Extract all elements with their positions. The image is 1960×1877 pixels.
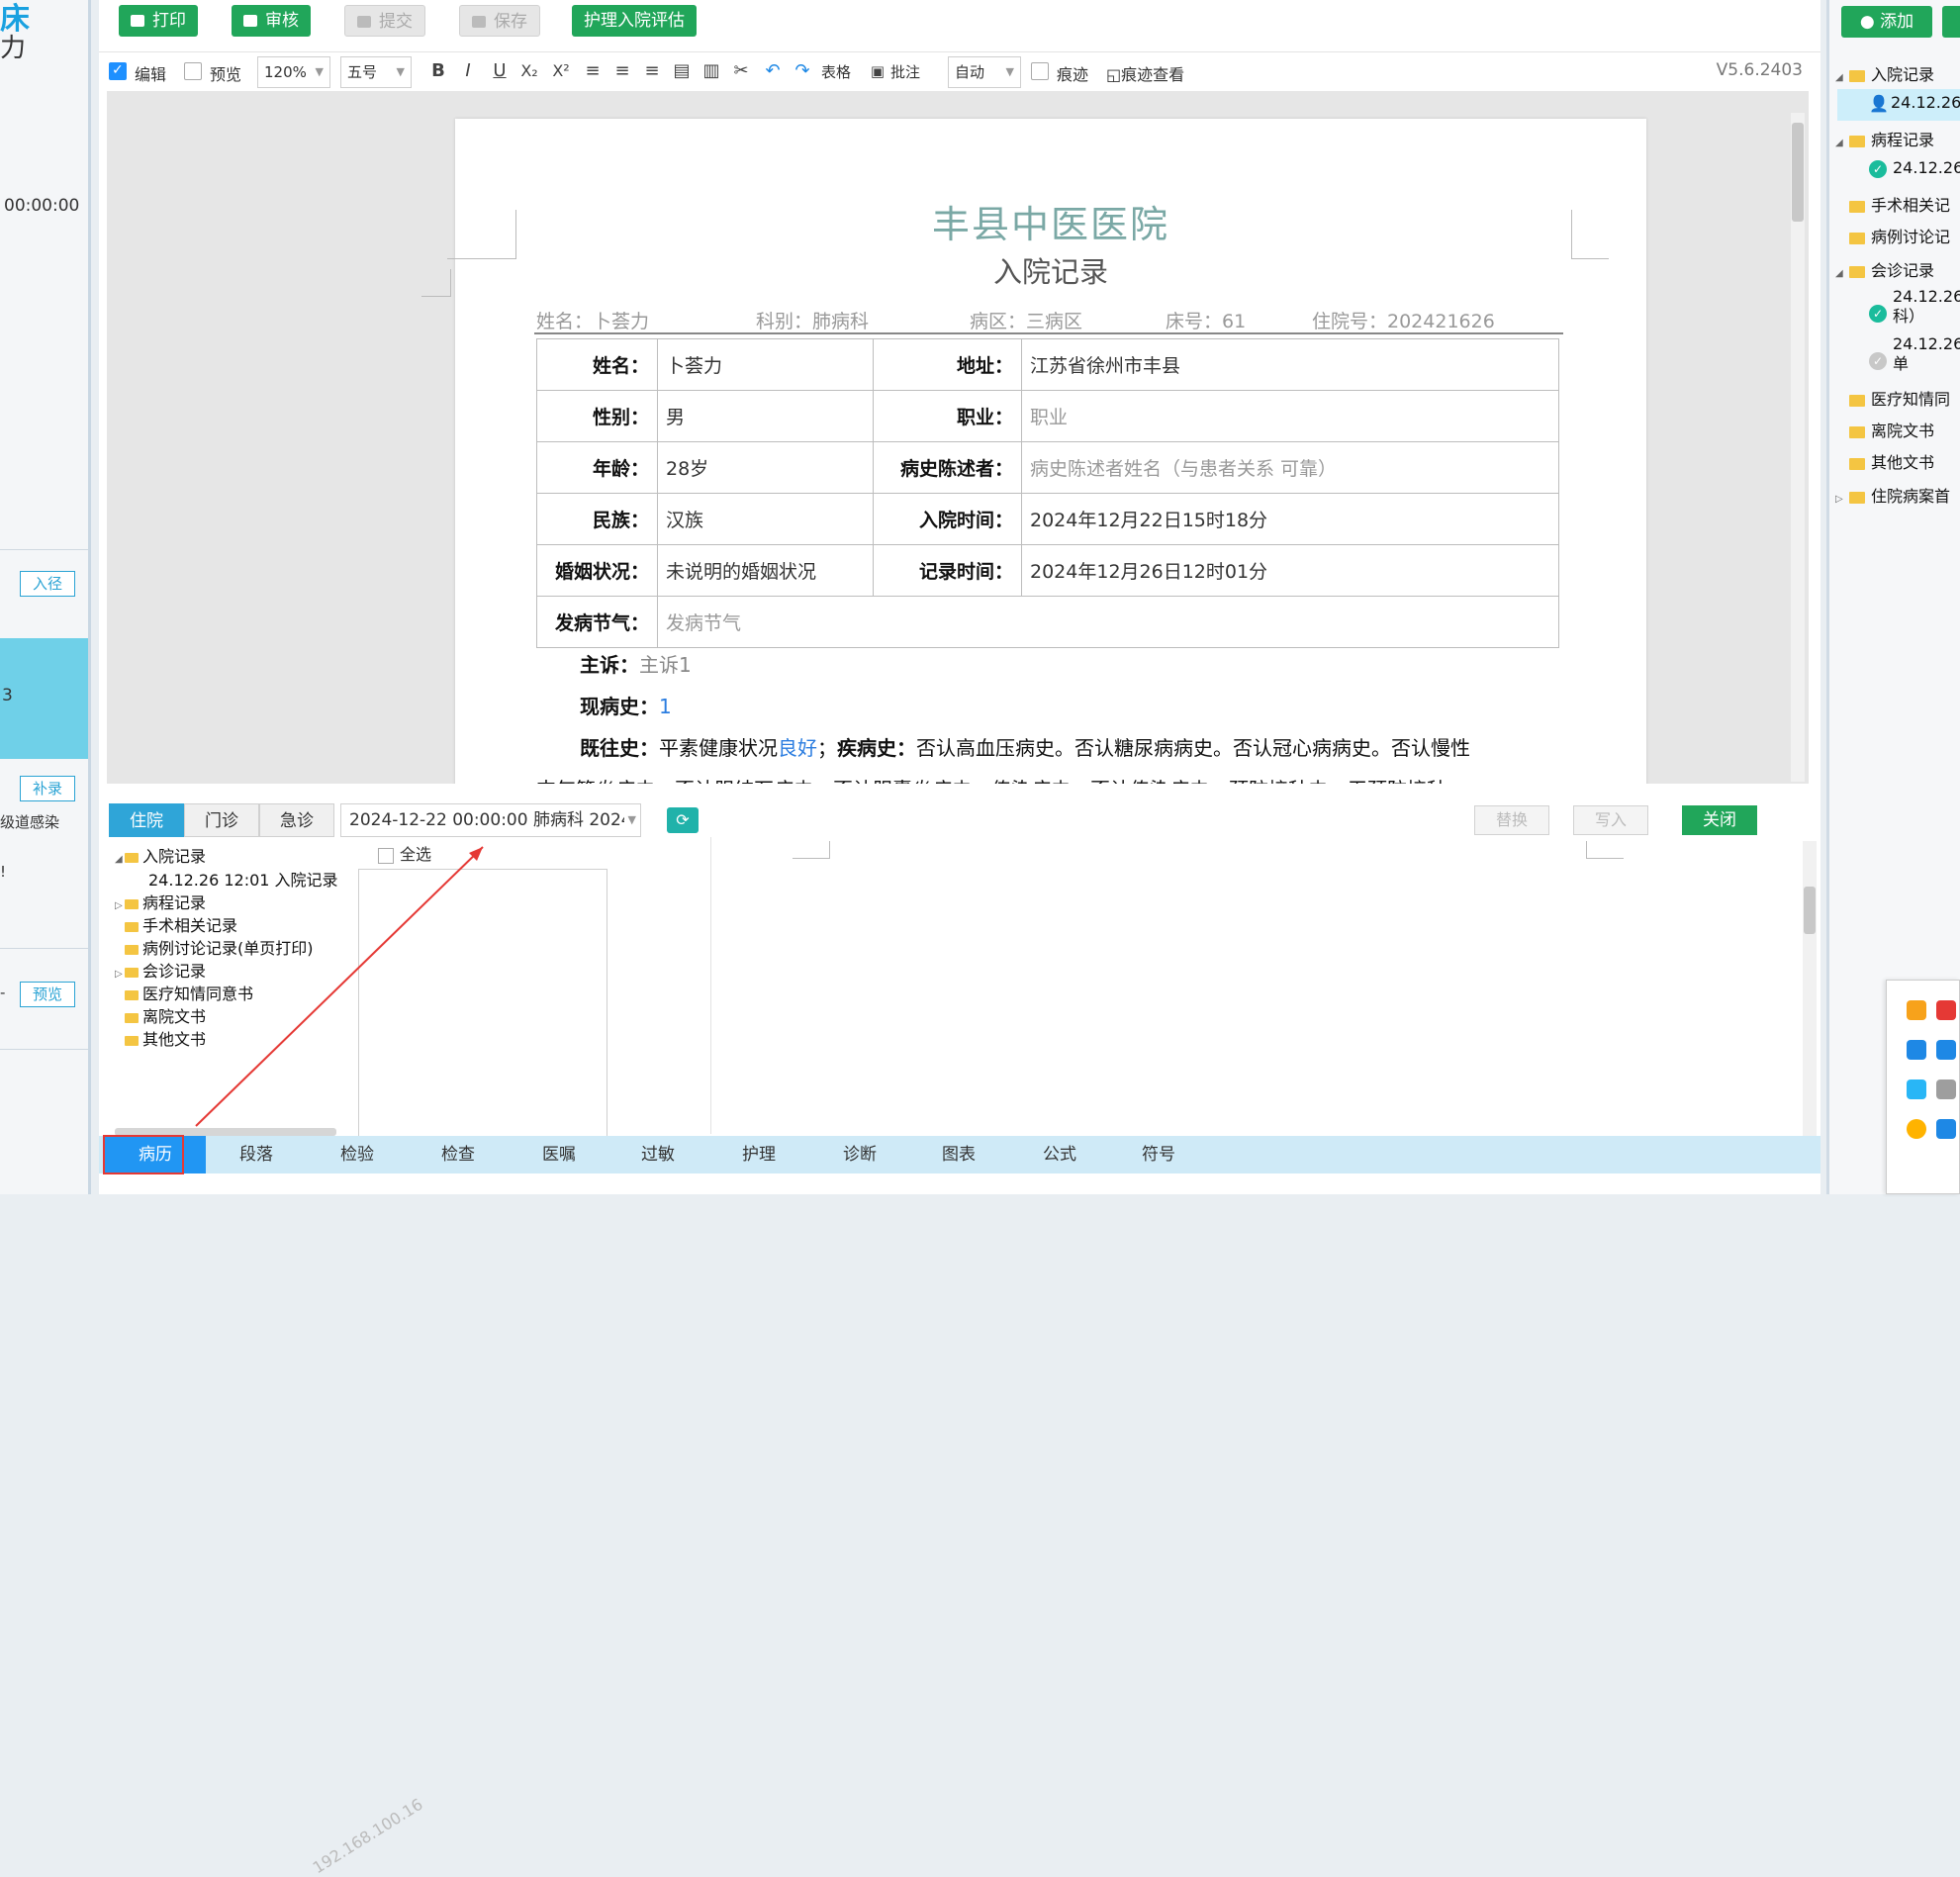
folder-icon bbox=[1849, 394, 1865, 407]
sidebar-item-label: 24.12.26 bbox=[1893, 287, 1960, 306]
app-icon[interactable] bbox=[1936, 1040, 1956, 1060]
left-misc-text: ! bbox=[0, 863, 7, 881]
sidebar-item[interactable]: ▷ 住院病案首 bbox=[1835, 483, 1950, 507]
sidebar-item[interactable]: 病例讨论记 bbox=[1849, 224, 1950, 247]
left-name-char: 力 bbox=[0, 34, 27, 63]
left-infect-text: 级道感染 bbox=[0, 813, 60, 831]
tab-chart[interactable]: 图表 bbox=[908, 1136, 1009, 1173]
extra-button[interactable] bbox=[1942, 6, 1960, 38]
sidebar-item[interactable]: ✓ 24.12.26 bbox=[1869, 158, 1960, 178]
bulu-button[interactable]: 补录 bbox=[20, 776, 75, 801]
left-highlight-text: 3 bbox=[2, 686, 13, 705]
tab-paragraph[interactable]: 段落 bbox=[206, 1136, 307, 1173]
tab-nursing[interactable]: 护理 bbox=[708, 1136, 809, 1173]
folder-icon bbox=[1849, 457, 1865, 470]
tab-formula[interactable]: 公式 bbox=[1009, 1136, 1110, 1173]
check-circle-icon: ✓ bbox=[1869, 305, 1887, 323]
folder-icon bbox=[1849, 425, 1865, 438]
left-highlight-row[interactable]: 3 bbox=[0, 638, 88, 759]
left-time: 00:00:00 bbox=[4, 196, 80, 216]
app-icon[interactable] bbox=[1907, 1040, 1926, 1060]
sidebar-item-label: 其他文书 bbox=[1871, 453, 1935, 472]
sidebar-item-label: 住院病案首 bbox=[1871, 487, 1951, 506]
folder-icon bbox=[1849, 265, 1865, 278]
sidebar-item[interactable]: ◢ 入院记录 bbox=[1835, 61, 1934, 85]
app-icon[interactable] bbox=[1907, 1000, 1926, 1020]
add-button[interactable]: ● 添加 bbox=[1841, 6, 1932, 38]
tab-diagnosis[interactable]: 诊断 bbox=[809, 1136, 910, 1173]
app-icon[interactable] bbox=[1936, 1000, 1956, 1020]
ip-watermark: 192.168.100.16 bbox=[309, 1794, 426, 1877]
check-circle-icon: ✓ bbox=[1869, 159, 1887, 178]
insert-category-tabs: 病历 段落 检验 检查 医嘱 过敏 护理 诊断 图表 公式 符号 bbox=[99, 1136, 1820, 1173]
folder-icon bbox=[1849, 135, 1865, 147]
sidebar-item[interactable]: 手术相关记 bbox=[1849, 192, 1950, 216]
sidebar-item[interactable]: ✓ 24.12.26 科） bbox=[1869, 287, 1960, 327]
sidebar-item-label: 病例讨论记 bbox=[1871, 228, 1951, 246]
sidebar-item-label: 医疗知情同 bbox=[1871, 390, 1951, 409]
expanded-icon: ◢ bbox=[1835, 72, 1843, 83]
left-divider bbox=[0, 549, 88, 550]
ruijing-button[interactable]: 入径 bbox=[20, 571, 75, 597]
folder-icon bbox=[1849, 491, 1865, 504]
sidebar-item[interactable]: 离院文书 bbox=[1849, 418, 1934, 441]
annotation-arrow bbox=[195, 846, 484, 1127]
folder-icon bbox=[1849, 69, 1865, 82]
folder-icon bbox=[1849, 200, 1865, 213]
app-icon[interactable] bbox=[1936, 1119, 1956, 1139]
sidebar-item-sub: 单 bbox=[1893, 354, 1910, 373]
sidebar-item[interactable]: ◢ 病程记录 bbox=[1835, 127, 1934, 150]
person-icon: 👤 bbox=[1869, 93, 1889, 113]
check-circle-icon: ✓ bbox=[1869, 352, 1887, 370]
sidebar-item-label: 手术相关记 bbox=[1871, 196, 1951, 215]
sidebar-item-label: 会诊记录 bbox=[1871, 261, 1935, 280]
sidebar-item[interactable]: 医疗知情同 bbox=[1849, 386, 1950, 410]
tab-exam[interactable]: 检查 bbox=[408, 1136, 509, 1173]
tab-allergy[interactable]: 过敏 bbox=[607, 1136, 708, 1173]
left-divider bbox=[0, 1049, 88, 1050]
expanded-icon: ◢ bbox=[1835, 268, 1843, 279]
sidebar-item-label: 24.12.26 bbox=[1891, 93, 1960, 112]
sidebar-item[interactable]: 👤 24.12.26 bbox=[1869, 93, 1960, 113]
tab-orders[interactable]: 医嘱 bbox=[509, 1136, 609, 1173]
tab-symbol[interactable]: 符号 bbox=[1108, 1136, 1209, 1173]
app-icon[interactable] bbox=[1907, 1079, 1926, 1099]
add-icon: ● bbox=[1859, 12, 1881, 32]
sidebar-item-sub: 科） bbox=[1893, 307, 1925, 326]
add-label: 添加 bbox=[1880, 12, 1914, 32]
left-preview-button[interactable]: 预览 bbox=[20, 982, 75, 1007]
editor-main: 打印 审核 提交 保存 护理入院评估 编辑 预览 120%▼ 五号▼ B I U… bbox=[99, 0, 1820, 1877]
sidebar-item-label: 病程记录 bbox=[1871, 131, 1935, 149]
collapsed-icon: ▷ bbox=[1835, 494, 1843, 505]
sidebar-item[interactable]: ◢ 会诊记录 bbox=[1835, 257, 1934, 281]
tab-lab[interactable]: 检验 bbox=[307, 1136, 408, 1173]
left-patient-strip: 床 力 00:00:00 入径 3 补录 级道感染 ! - 预览 bbox=[0, 0, 91, 1194]
folder-icon bbox=[1849, 232, 1865, 244]
sidebar-item-label: 24.12.26 bbox=[1893, 158, 1960, 177]
sidebar-item[interactable]: 其他文书 bbox=[1849, 449, 1934, 473]
sidebar-item-label: 入院记录 bbox=[1871, 65, 1935, 84]
app-icon[interactable] bbox=[1936, 1079, 1956, 1099]
floating-tool-panel bbox=[1886, 980, 1960, 1194]
sidebar-item-label: 24.12.26 bbox=[1893, 334, 1960, 353]
left-divider bbox=[0, 948, 88, 949]
expanded-icon: ◢ bbox=[1835, 138, 1843, 148]
sidebar-item-label: 离院文书 bbox=[1871, 422, 1935, 440]
highlight-box bbox=[103, 1135, 184, 1174]
sidebar-item[interactable]: ✓ 24.12.26 单 bbox=[1869, 334, 1960, 374]
app-icon[interactable] bbox=[1907, 1119, 1926, 1139]
left-misc-text: - bbox=[0, 984, 6, 1001]
